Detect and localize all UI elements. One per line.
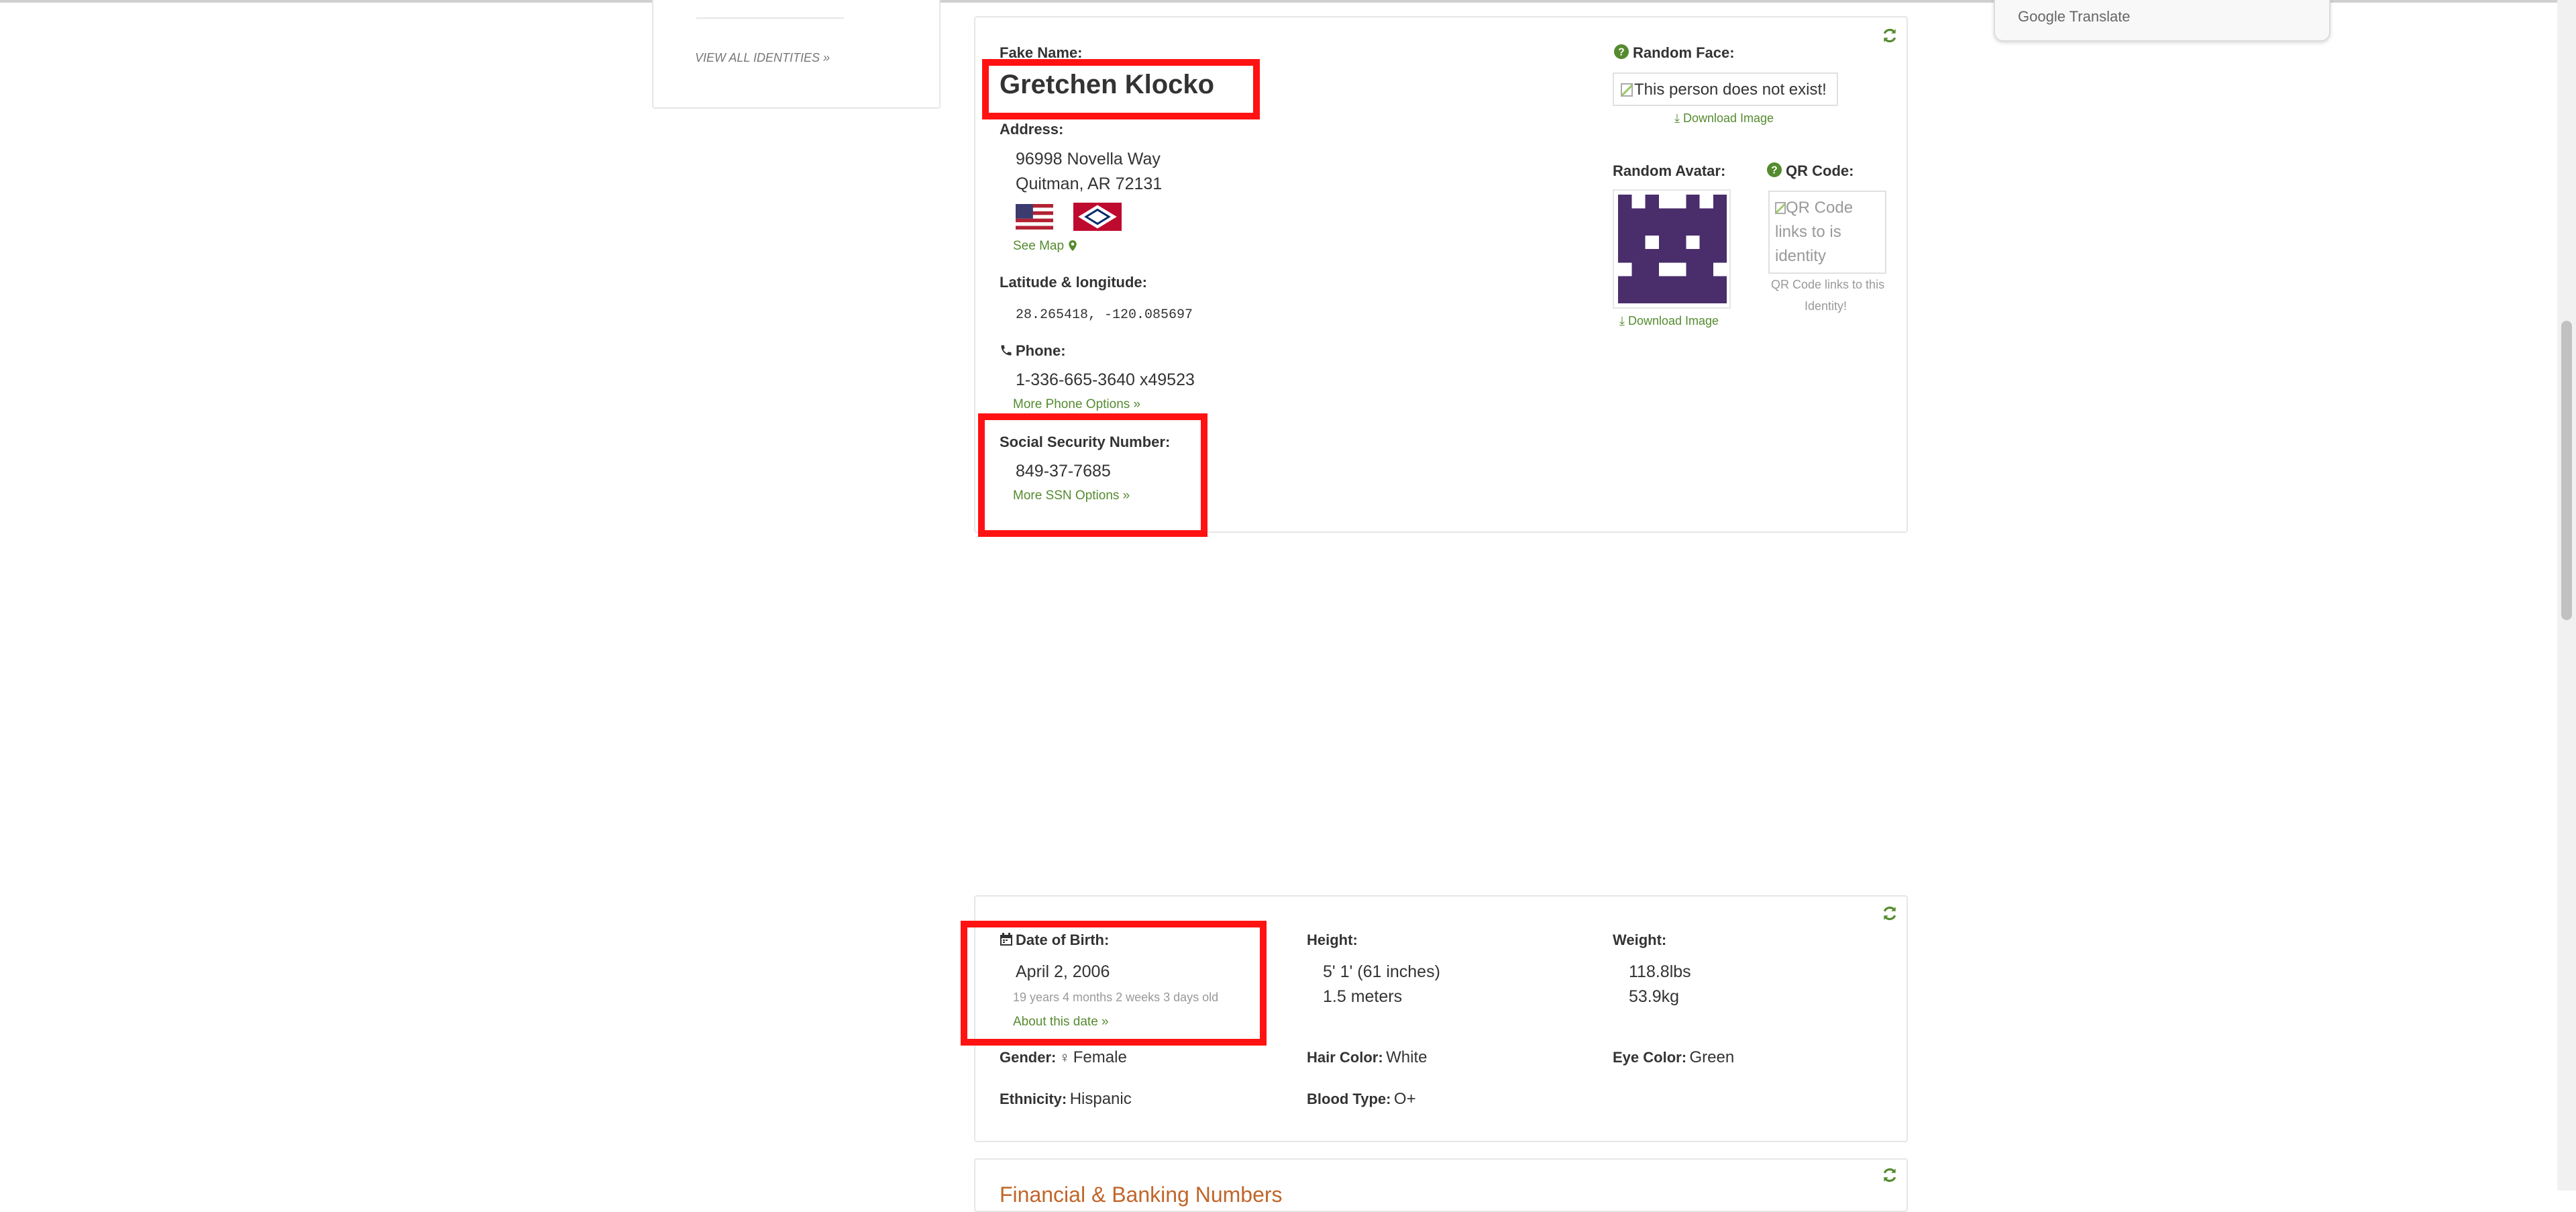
more-ssn-options-link[interactable]: More SSN Options »: [1013, 489, 1130, 503]
broken-image-icon: [1775, 202, 1786, 214]
refresh-icon[interactable]: [1881, 27, 1898, 44]
details-card: Date of Birth: April 2, 2006 19 years 4 …: [974, 895, 1908, 1142]
eye-color-row: Eye Color: Green: [1613, 1048, 1734, 1067]
weight-lbs: 118.8lbs: [1629, 962, 1691, 981]
download-face-link[interactable]: ⤓ Download Image: [1674, 111, 1774, 125]
qr-caption-line1: QR Code links to this: [1771, 278, 1885, 291]
latlong-value: 28.265418, -120.085697: [1016, 307, 1193, 323]
qr-code-image: QR Code links to is identity: [1768, 191, 1886, 274]
broken-image-icon: [1621, 83, 1633, 97]
ethnicity-label: Ethnicity:: [1000, 1091, 1067, 1107]
random-face-alt: This person does not exist!: [1634, 81, 1827, 99]
svg-text:?: ?: [1618, 47, 1624, 58]
gender-label: Gender:: [1000, 1049, 1057, 1066]
weight-kg: 53.9kg: [1629, 987, 1680, 1006]
map-pin-icon: [1069, 240, 1077, 251]
phone-label: Phone:: [1016, 342, 1066, 359]
fake-name-label: Fake Name:: [1000, 44, 1083, 61]
random-avatar-image: [1618, 195, 1727, 303]
qr-caption-line2: Identity!: [1805, 299, 1847, 313]
latlong-label: Latitude & longitude:: [1000, 274, 1147, 291]
download-icon: ⤓: [1619, 314, 1625, 327]
svg-text:?: ?: [1771, 165, 1777, 176]
phone-icon: [1001, 345, 1012, 356]
financial-section-title: Financial & Banking Numbers: [1000, 1182, 1283, 1207]
ethnicity-value: Hispanic: [1069, 1090, 1132, 1108]
blood-type-label: Blood Type:: [1307, 1091, 1391, 1107]
google-translate-label: Google Translate: [2018, 8, 2131, 25]
download-icon: ⤓: [1674, 111, 1680, 125]
identity-card: Fake Name: Gretchen Klocko Address: 9699…: [974, 16, 1908, 533]
refresh-icon[interactable]: [1881, 1166, 1898, 1184]
scrollbar-thumb[interactable]: [2561, 321, 2572, 620]
eye-color-label: Eye Color:: [1613, 1049, 1687, 1066]
gender-row: Gender: ♀ Female: [1000, 1048, 1127, 1067]
eye-color-value: Green: [1689, 1048, 1735, 1066]
random-avatar-frame: [1613, 189, 1731, 309]
help-icon[interactable]: ?: [1614, 44, 1629, 59]
about-this-date-link[interactable]: About this date »: [1013, 1015, 1109, 1029]
sidebar-card: VIEW ALL IDENTITIES »: [652, 0, 941, 109]
download-face-label: Download Image: [1682, 111, 1774, 125]
hair-color-value: White: [1386, 1048, 1428, 1066]
blood-type-value: O+: [1393, 1090, 1416, 1108]
age-text: 19 years 4 months 2 weeks 3 days old: [1013, 991, 1219, 1004]
dob-label: Date of Birth:: [1016, 931, 1110, 948]
hair-color-label: Hair Color:: [1307, 1049, 1383, 1066]
see-map-link[interactable]: See Map: [1013, 239, 1077, 254]
random-face-image: This person does not exist!: [1613, 72, 1838, 106]
fake-name-value: Gretchen Klocko: [1000, 70, 1215, 99]
see-map-label: See Map: [1013, 239, 1065, 253]
download-avatar-link[interactable]: ⤓ Download Image: [1619, 314, 1719, 328]
qr-code-alt: QR Code links to is identity: [1775, 199, 1854, 265]
random-face-label: Random Face:: [1633, 44, 1735, 61]
random-avatar-label: Random Avatar:: [1613, 162, 1726, 179]
page-scrollbar[interactable]: [2557, 0, 2576, 1191]
view-all-identities-link[interactable]: VIEW ALL IDENTITIES »: [695, 51, 830, 65]
google-translate-panel[interactable]: Google Translate: [1994, 0, 2330, 42]
address-line2: Quitman, AR 72131: [1016, 174, 1163, 193]
dob-value: April 2, 2006: [1016, 962, 1110, 981]
height-metric: 1.5 meters: [1323, 987, 1403, 1006]
height-label: Height:: [1307, 931, 1358, 948]
more-phone-options-link[interactable]: More Phone Options »: [1013, 397, 1140, 412]
financial-card: Financial & Banking Numbers: [974, 1158, 1908, 1212]
ssn-value: 849-37-7685: [1016, 462, 1111, 481]
ssn-label: Social Security Number:: [1000, 434, 1171, 450]
hair-color-row: Hair Color: White: [1307, 1048, 1428, 1067]
download-avatar-label: Download Image: [1627, 314, 1719, 327]
address-line1: 96998 Novella Way: [1016, 150, 1161, 168]
calendar-icon: [1000, 933, 1012, 946]
gender-value: Female: [1073, 1048, 1127, 1066]
help-icon[interactable]: ?: [1767, 162, 1782, 177]
qr-code-label: QR Code:: [1786, 162, 1854, 179]
ethnicity-row: Ethnicity: Hispanic: [1000, 1090, 1132, 1109]
address-label: Address:: [1000, 121, 1064, 138]
phone-value: 1-336-665-3640 x49523: [1016, 370, 1195, 389]
us-flag-icon: [1016, 204, 1053, 230]
refresh-icon[interactable]: [1881, 905, 1898, 922]
weight-label: Weight:: [1613, 931, 1667, 948]
height-imperial: 5' 1' (61 inches): [1323, 962, 1440, 981]
blood-type-row: Blood Type: O+: [1307, 1090, 1416, 1109]
arkansas-flag-icon: [1073, 203, 1122, 231]
female-icon: ♀: [1059, 1049, 1071, 1066]
sidebar-divider: [696, 17, 844, 19]
